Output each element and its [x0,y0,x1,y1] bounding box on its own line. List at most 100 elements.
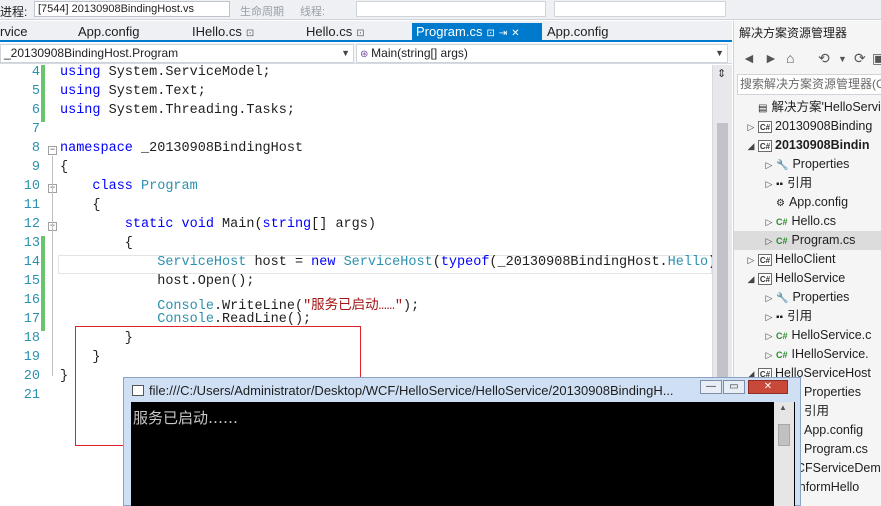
minimize-button[interactable]: — [700,380,722,394]
refresh-icon[interactable]: ⟳ [854,50,866,67]
pin-icon[interactable]: ⊡ [486,28,494,39]
navigation-bar: _20130908BindingHost.Program ▼ ⊛ Main(str… [0,43,732,64]
process-combo[interactable]: [7544] 20130908BindingHost.vs [34,1,230,17]
tree-item[interactable]: ▷ C# HelloService.c [762,326,872,346]
expand-icon[interactable]: ▷ [744,251,758,270]
tree-item[interactable]: ⚙ App.config [762,193,848,212]
tree-item-label: App.config [788,195,849,209]
scrollbar-thumb[interactable] [778,424,790,446]
solution-search-input[interactable]: 搜索解决方案资源管理器(C [737,74,881,95]
tree-item[interactable]: Program.cs [804,440,868,459]
pin-icon[interactable]: ⊡ [356,28,364,39]
expanded-icon[interactable]: ◢ [744,270,758,289]
line-number: 10 [23,179,40,194]
outline-guide [52,156,53,376]
tree-item[interactable]: ◢ C# HelloService [744,269,846,289]
code-line: static void Main(string[] args) [124,217,376,232]
expand-icon[interactable]: ▷ [762,156,776,175]
expand-icon[interactable]: ▷ [762,308,776,327]
class-dropdown[interactable]: _20130908BindingHost.Program ▼ [0,44,354,63]
tree-item[interactable]: 引用 [804,402,829,421]
code-line: class Program [92,179,198,194]
console-icon [132,385,144,396]
tree-item[interactable]: ▷ 🔧 Properties [762,155,850,175]
console-output-area[interactable]: 服务已启动…… ▲ [131,402,795,506]
console-output-text: 服务已启动…… [133,409,239,427]
keep-open-icon[interactable]: ⇥ [499,28,507,39]
tree-item[interactable]: ▤ 解决方案'HelloServic [744,98,881,117]
code-line: { [60,236,133,251]
pin-icon[interactable]: ⊡ [246,28,254,39]
line-number: 21 [23,388,40,403]
expand-icon[interactable]: ▷ [762,327,776,346]
tree-item[interactable]: Properties [804,383,861,402]
code-line: { [60,160,69,175]
tab-label: App.config [547,24,609,39]
tree-item-label: IHelloService. [791,347,869,361]
tab-app-config[interactable]: App.config [78,23,139,42]
forward-icon[interactable]: ► [764,50,778,66]
thread-combo[interactable] [356,1,546,17]
csharp-file-icon: C# [776,331,788,341]
class-dropdown-value: _20130908BindingHost.Program [4,46,179,60]
tree-item[interactable]: ▷ C# Hello.cs [762,212,836,231]
tree-item[interactable]: ▷ C# IHelloService. [762,345,869,364]
tab-app-config-2[interactable]: App.config [547,23,608,42]
member-dropdown[interactable]: ⊛ Main(string[] args) ▼ [356,44,728,63]
stackframe-combo[interactable] [554,1,726,17]
tree-item-label: Program.cs [791,233,856,247]
method-icon: ⊛ [360,49,372,60]
tab-hello-cs[interactable]: Hello.cs ⊡ [306,23,365,42]
member-dropdown-value: Main(string[] args) [371,46,468,60]
csharp-project-icon: C# [758,139,772,152]
collapse-icon[interactable]: − [48,146,57,155]
expand-icon[interactable]: ▷ [762,232,776,251]
expand-icon[interactable]: ▷ [762,213,776,232]
csharp-file-icon: C# [776,217,788,227]
tree-item[interactable]: ◢ C# 20130908Bindin [744,136,870,155]
back-icon[interactable]: ◄ [742,50,756,66]
console-scrollbar[interactable]: ▲ [774,402,794,506]
code-line: using System.ServiceModel; [60,65,271,80]
tree-item[interactable]: App.config [804,421,863,440]
tab-label: App.config [78,24,140,39]
tree-item[interactable]: CFServiceDemo [796,459,881,478]
scroll-up-icon[interactable]: ▲ [779,403,787,412]
line-number: 14 [23,255,40,270]
home-icon[interactable]: ⌂ [786,50,794,66]
expand-icon[interactable]: ▷ [762,346,776,365]
tree-item-label: Program.cs [804,442,868,456]
line-number: 9 [31,160,40,175]
tab-ihello-cs[interactable]: IHello.cs ⊡ [192,23,254,42]
scrollbar-thumb[interactable] [717,123,728,385]
expanded-icon[interactable]: ◢ [744,137,758,156]
expand-icon[interactable]: ▷ [744,118,758,137]
line-number: 6 [31,103,40,118]
collapse-all-icon[interactable]: ▣ [872,50,881,67]
tree-item[interactable]: ▷ ▪▪ 引用 [762,174,813,194]
tree-item[interactable]: ▷ C# Program.cs [762,231,856,251]
console-window[interactable]: file:///C:/Users/Administrator/Desktop/W… [123,377,801,506]
sync-icon[interactable]: ⟲ [818,50,830,67]
solution-icon: ▤ [758,103,768,114]
expand-icon[interactable]: ▷ [762,175,776,194]
tab-program-cs[interactable]: Program.cs ⊡ ⇥ ✕ [412,23,542,42]
chevron-down-icon[interactable]: ▼ [838,54,847,64]
tab-label: rvice [0,24,28,39]
split-window-icon[interactable]: ⇕ [717,67,726,80]
tab-service[interactable]: rvice [0,23,27,42]
line-number: 13 [23,236,40,251]
console-title-bar[interactable]: file:///C:/Users/Administrator/Desktop/W… [132,381,702,401]
tree-item[interactable]: ▷ ▪▪ 引用 [762,307,813,327]
tree-item[interactable]: ▷ C# HelloClient [744,250,836,270]
expand-icon[interactable]: ▷ [762,289,776,308]
close-button[interactable]: ✕ [748,380,788,394]
process-label: 进程: [0,5,28,19]
close-icon[interactable]: ✕ [511,28,519,39]
chevron-down-icon: ▼ [715,48,724,58]
restore-button[interactable]: ▭ [723,380,745,394]
tree-item[interactable]: ▷ 🔧 Properties [762,288,850,308]
tree-item[interactable]: ▷ C# 20130908Binding [744,117,873,137]
tree-item[interactable]: informHello [796,478,859,497]
tab-label: Program.cs [416,24,483,39]
